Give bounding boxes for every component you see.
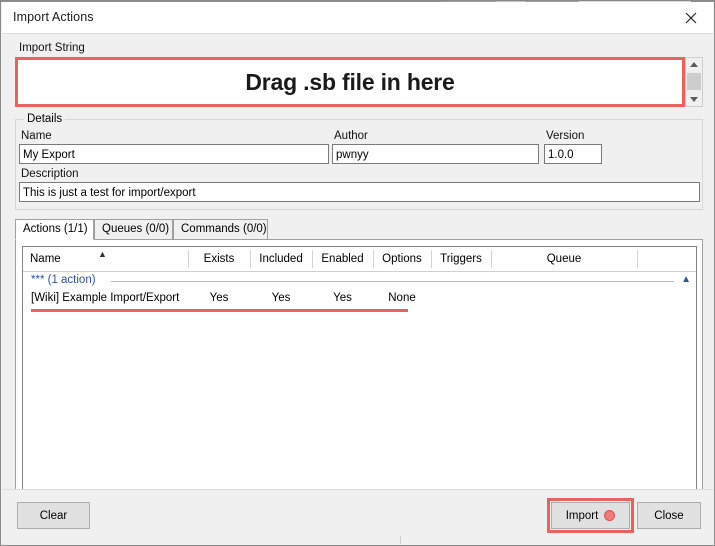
column-divider (637, 250, 638, 268)
import-string-label: Import String (19, 42, 85, 54)
list-header-row: Name ▲ Exists Included Enabled Options T… (23, 247, 696, 272)
close-dialog-button[interactable]: Close (637, 502, 701, 529)
import-string-placeholder: Drag .sb file in here (245, 69, 454, 96)
tab-panel-actions: Name ▲ Exists Included Enabled Options T… (15, 239, 703, 501)
scrollbar-down-arrow[interactable] (686, 93, 702, 106)
group-header-row[interactable]: *** (1 action) ▲ (23, 272, 696, 290)
group-label: *** (1 action) (31, 274, 96, 286)
record-circle-icon (604, 510, 615, 521)
author-input[interactable] (332, 144, 539, 164)
column-header-exists[interactable]: Exists (188, 247, 250, 271)
tab-actions[interactable]: Actions (1/1) (15, 219, 94, 240)
import-string-scrollbar[interactable] (685, 57, 703, 107)
column-header-queue[interactable]: Queue (491, 247, 637, 271)
name-label: Name (21, 130, 52, 142)
cell-included: Yes (250, 292, 312, 304)
tab-queues[interactable]: Queues (0/0) (94, 219, 173, 240)
column-header-included[interactable]: Included (250, 247, 312, 271)
name-input[interactable] (19, 144, 329, 164)
scrollbar-up-arrow[interactable] (686, 58, 702, 71)
chevron-down-icon (690, 97, 698, 102)
close-icon (685, 12, 697, 24)
column-header-options[interactable]: Options (373, 247, 431, 271)
details-legend: Details (24, 113, 65, 125)
window-title: Import Actions (13, 10, 94, 24)
import-string-textarea[interactable]: Drag .sb file in here (18, 60, 682, 104)
cell-options: None (373, 292, 431, 304)
description-input[interactable] (19, 182, 700, 202)
version-label: Version (546, 130, 584, 142)
clear-button[interactable]: Clear (17, 502, 90, 529)
import-button-label: Import (566, 510, 599, 522)
tab-commands[interactable]: Commands (0/0) (173, 219, 268, 240)
dialog-body: Import String Drag .sb file in here Deta… (2, 34, 713, 544)
table-row[interactable]: [Wiki] Example Import/Export Yes Yes Yes… (23, 290, 696, 310)
scrollbar-thumb[interactable] (687, 73, 701, 90)
description-label: Description (21, 168, 79, 180)
chevron-up-icon (690, 62, 698, 67)
title-bar: Import Actions (2, 2, 713, 33)
cell-enabled: Yes (312, 292, 373, 304)
sort-ascending-caret: ▲ (98, 250, 107, 259)
author-label: Author (334, 130, 368, 142)
import-button[interactable]: Import (551, 502, 630, 529)
import-string-dropzone[interactable]: Drag .sb file in here (15, 57, 685, 107)
group-rule (111, 281, 674, 282)
row-highlight-underline (31, 309, 408, 312)
actions-list[interactable]: Name ▲ Exists Included Enabled Options T… (22, 246, 697, 495)
version-input[interactable] (544, 144, 602, 164)
cell-exists: Yes (188, 292, 250, 304)
cell-name: [Wiki] Example Import/Export (31, 292, 179, 304)
footer-tick-mark (400, 536, 401, 544)
column-header-triggers[interactable]: Triggers (431, 247, 491, 271)
close-button[interactable] (668, 2, 713, 33)
import-actions-dialog: Import Actions Import String Drag .sb fi… (0, 0, 715, 546)
footer-bar: Clear Import Close (2, 490, 713, 544)
group-collapse-chevron-up-icon[interactable]: ▲ (681, 275, 691, 285)
column-header-enabled[interactable]: Enabled (312, 247, 373, 271)
